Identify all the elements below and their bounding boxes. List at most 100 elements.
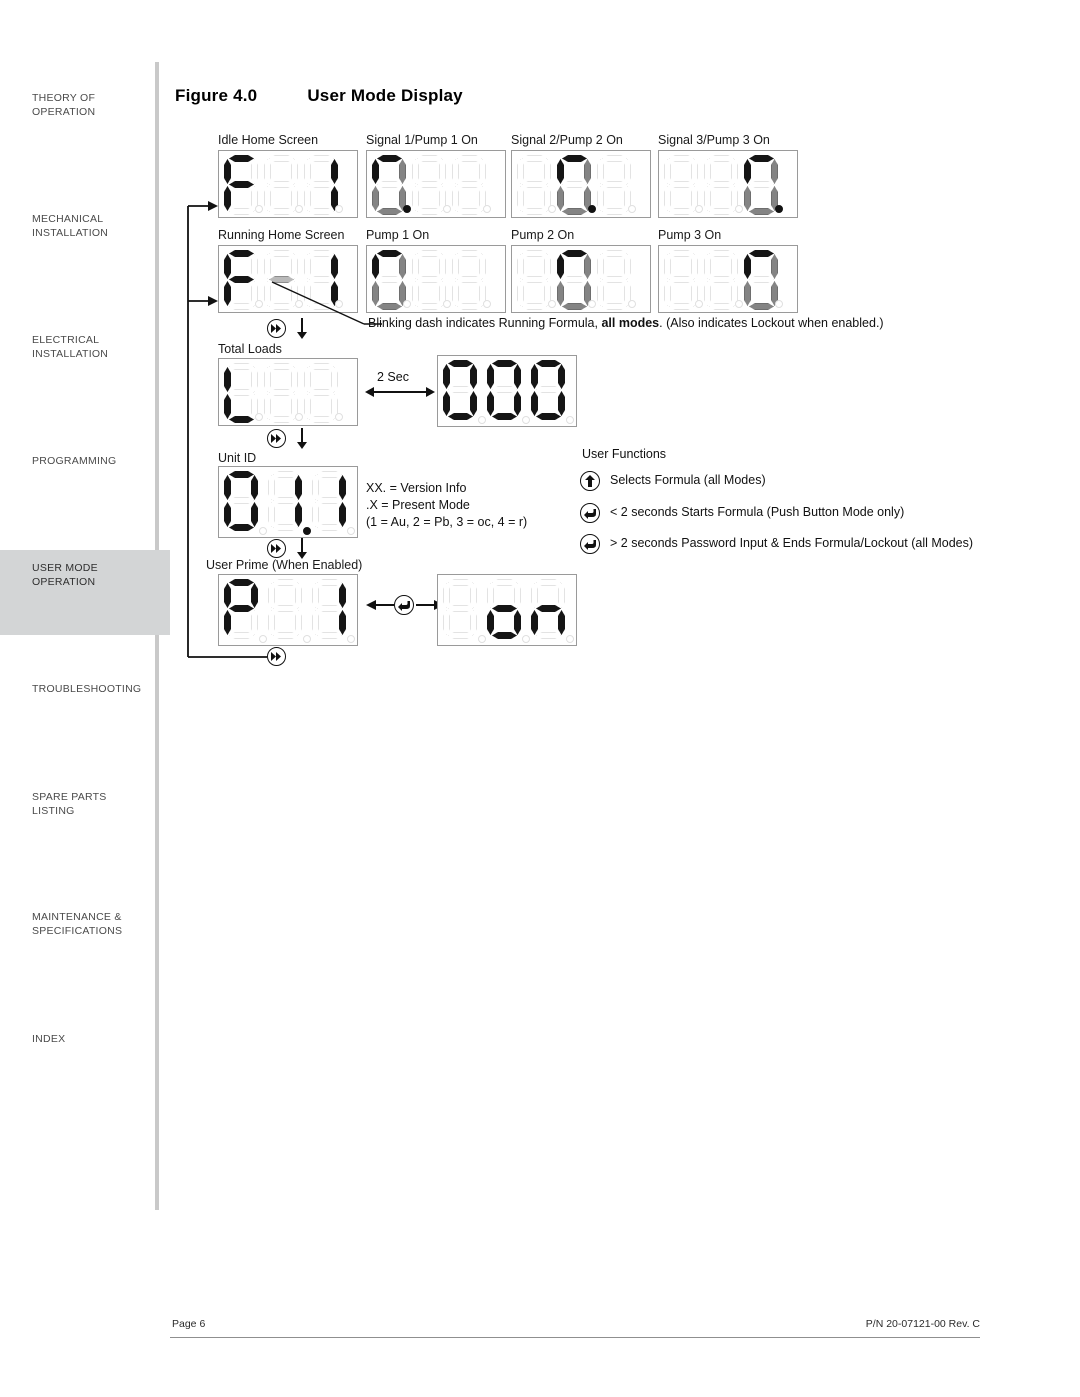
decimal-point — [775, 300, 783, 308]
sidebar-item-programming[interactable]: PROGRAMMING — [0, 455, 170, 469]
segment-e — [443, 391, 450, 416]
segment-d — [709, 303, 734, 310]
seven-segment-digit — [529, 358, 574, 426]
footer-part-number: P/N 20-07121-00 Rev. C — [865, 1318, 980, 1330]
decimal-point — [775, 205, 783, 213]
label-pump3: Pump 3 On — [658, 228, 722, 242]
seven-segment-digit — [529, 577, 574, 645]
display-total-count — [437, 355, 577, 427]
decimal-point — [628, 205, 636, 213]
segment-g — [709, 181, 734, 188]
label-pump2: Pump 2 On — [511, 228, 575, 242]
figure-number: Figure 4.0 — [175, 86, 258, 105]
segment-e — [452, 186, 459, 211]
sidebar-nav: THEORY OF OPERATION MECHANICAL INSTALLATION… — [0, 0, 170, 1397]
segment-g — [562, 276, 587, 283]
flow-loop-return-path — [187, 201, 267, 658]
segment-g — [749, 181, 774, 188]
sidebar-item-mechanical-installation[interactable]: MECHANICAL INSTALLATION — [0, 213, 170, 240]
sidebar-item-label: PROGRAMMING — [32, 455, 117, 467]
sidebar-item-label: MECHANICAL — [32, 213, 104, 225]
sidebar-item-label: INDEX — [32, 1033, 66, 1045]
blinking-dash-note-bold: all modes — [601, 316, 660, 330]
user-function-row-1: Selects Formula (all Modes) — [610, 473, 766, 487]
sidebar-item-label: MAINTENANCE & — [32, 911, 122, 923]
seven-segment-digit — [555, 153, 596, 215]
blinking-dash-note-lead: Blinking dash indicates Running Formula, — [368, 316, 602, 330]
segment-e — [744, 281, 751, 306]
decimal-point — [566, 635, 574, 643]
display-pump3-on — [658, 245, 798, 313]
segment-g — [536, 386, 561, 393]
sidebar-item-user-mode-operation[interactable]: USER MODE OPERATION — [0, 550, 170, 635]
segment-e — [557, 281, 564, 306]
segment-d — [448, 413, 473, 420]
segment-d — [536, 413, 561, 420]
seven-segment-digit — [702, 153, 743, 215]
segment-e — [704, 281, 711, 306]
segment-e — [664, 281, 671, 306]
segment-d — [749, 303, 774, 310]
seven-segment-digit — [742, 153, 783, 215]
segment-g — [602, 276, 627, 283]
blinking-dash-note-tail: . (Also indicates Lockout when enabled.) — [659, 316, 884, 330]
seven-segment-digit — [485, 358, 530, 426]
segment-d — [562, 303, 587, 310]
segment-g — [709, 276, 734, 283]
decimal-point — [566, 416, 574, 424]
seven-segment-digit — [450, 153, 491, 215]
segment-d — [749, 208, 774, 215]
seven-segment-digit — [662, 248, 703, 310]
segment-e — [412, 186, 419, 211]
segment-d — [522, 208, 547, 215]
sidebar-item-electrical-installation[interactable]: ELECTRICAL INSTALLATION — [0, 334, 170, 361]
up-arrow-icon[interactable] — [580, 471, 600, 491]
user-function-row-2: < 2 seconds Starts Formula (Push Button … — [610, 505, 905, 519]
segment-g — [457, 181, 482, 188]
enter-arrow-icon-1[interactable] — [580, 503, 600, 523]
two-sec-label: 2 Sec — [377, 370, 409, 384]
segment-d — [417, 208, 442, 215]
segment-g — [602, 181, 627, 188]
enter-arrow-icon-2[interactable] — [580, 534, 600, 554]
segment-e — [517, 186, 524, 211]
sidebar-item-label: SPARE PARTS — [32, 791, 107, 803]
seven-segment-digit — [662, 153, 703, 215]
segment-g — [522, 181, 547, 188]
blinking-dash-note: Blinking dash indicates Running Formula,… — [368, 316, 884, 330]
segment-d — [562, 208, 587, 215]
segment-d — [602, 303, 627, 310]
segment-e — [372, 186, 379, 211]
sidebar-item-theory-of-operation[interactable]: THEORY OF OPERATION — [0, 92, 170, 119]
segment-e — [744, 186, 751, 211]
seven-segment-digit — [410, 153, 451, 215]
page-content: Figure 4.0 User Mode Display Idle Home Sc… — [170, 0, 1080, 1397]
label-signal3: Signal 3/Pump 3 On — [658, 133, 770, 147]
figure-heading: Figure 4.0 User Mode Display — [175, 86, 463, 106]
segment-g — [448, 605, 473, 612]
seven-segment-digit — [742, 248, 783, 310]
seven-segment-digit — [485, 577, 530, 645]
display-signal2-pump2 — [511, 150, 651, 218]
segment-d — [492, 413, 517, 420]
figure-title: User Mode Display — [307, 86, 463, 105]
segment-e — [557, 186, 564, 211]
sidebar-item-label: SPECIFICATIONS — [32, 924, 123, 937]
sidebar-item-troubleshooting[interactable]: TROUBLESHOOTING — [0, 683, 170, 697]
sidebar-item-spare-parts-listing[interactable]: SPARE PARTS LISTING — [0, 791, 170, 818]
enter-arrow-icon-prime[interactable] — [394, 595, 414, 615]
segment-g — [492, 386, 517, 393]
two-sec-double-arrow — [365, 387, 435, 397]
decimal-point — [628, 300, 636, 308]
sidebar-item-maintenance-specifications[interactable]: MAINTENANCE & SPECIFICATIONS — [0, 911, 170, 938]
segment-e — [487, 610, 494, 635]
seven-segment-digit — [595, 248, 636, 310]
segment-g — [669, 181, 694, 188]
segment-d — [669, 303, 694, 310]
segment-d — [709, 208, 734, 215]
sidebar-item-index[interactable]: INDEX — [0, 1033, 170, 1047]
sidebar-item-label: INSTALLATION — [32, 347, 109, 360]
segment-g — [536, 605, 561, 612]
user-function-row-3: > 2 seconds Password Input & Ends Formul… — [610, 536, 974, 550]
seven-segment-digit — [555, 248, 596, 310]
